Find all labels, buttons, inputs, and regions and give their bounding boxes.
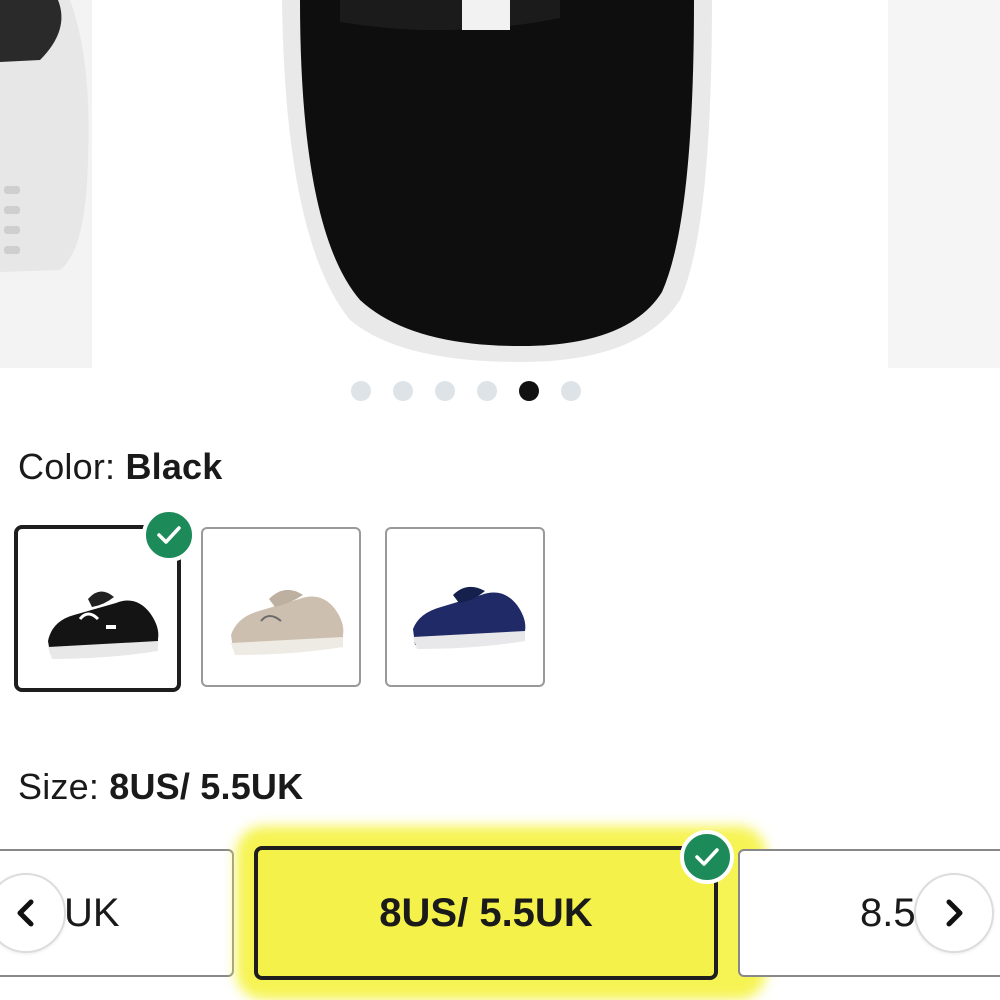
size-option-label: 8US/ 5.5UK bbox=[379, 890, 593, 935]
carousel-dot-5[interactable] bbox=[519, 381, 539, 401]
carousel-dot-6[interactable] bbox=[561, 381, 581, 401]
size-option-label: 8.5 bbox=[860, 890, 916, 935]
color-swatch-navy[interactable] bbox=[385, 527, 545, 687]
product-image-carousel[interactable] bbox=[0, 0, 1000, 372]
carousel-dot-1[interactable] bbox=[351, 381, 371, 401]
color-label: Color: bbox=[18, 446, 126, 487]
selected-size-value: 8US/ 5.5UK bbox=[109, 766, 304, 807]
selected-color-value: Black bbox=[125, 446, 223, 487]
carousel-dot-3[interactable] bbox=[435, 381, 455, 401]
navy-shoe-thumbnail bbox=[413, 586, 526, 649]
size-option-selected[interactable]: 8US/ 5.5UK bbox=[254, 846, 718, 980]
size-label: Size: bbox=[18, 766, 110, 807]
chevron-right-icon bbox=[946, 899, 963, 927]
beige-shoe-thumbnail bbox=[231, 589, 344, 655]
carousel-dot-4[interactable] bbox=[477, 381, 497, 401]
selected-check-icon bbox=[142, 508, 196, 562]
size-option-label: UK bbox=[64, 890, 120, 935]
size-label-row: Size: 8US/ 5.5UK bbox=[18, 766, 303, 808]
size-next-button[interactable] bbox=[914, 873, 994, 953]
color-swatch-beige[interactable] bbox=[201, 527, 361, 687]
selected-check-icon bbox=[680, 830, 734, 884]
product-image bbox=[0, 0, 1000, 368]
carousel-dot-2[interactable] bbox=[393, 381, 413, 401]
carousel-pagination bbox=[0, 381, 1000, 403]
color-label-row: Color: Black bbox=[18, 446, 223, 488]
chevron-left-icon bbox=[17, 899, 34, 927]
